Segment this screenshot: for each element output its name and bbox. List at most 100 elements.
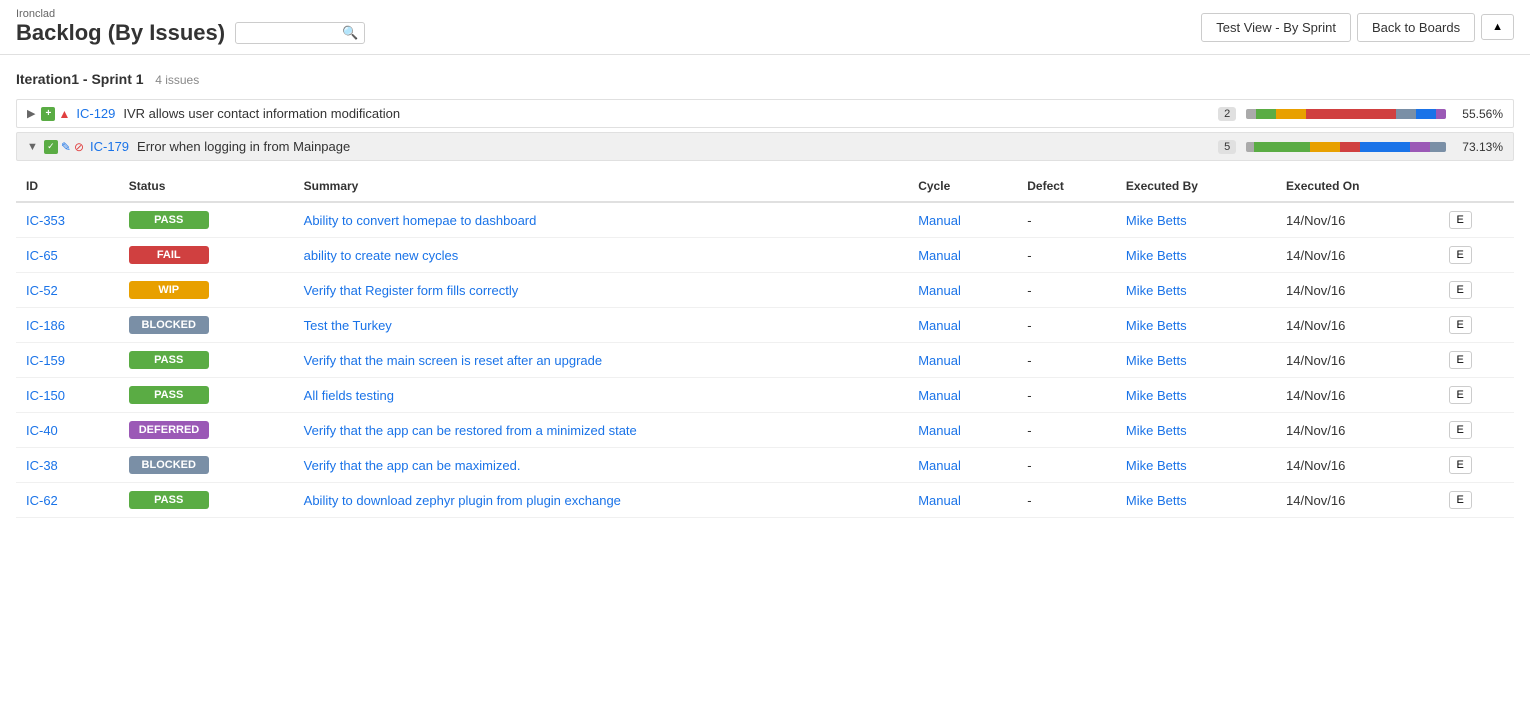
cell-id[interactable]: IC-353 bbox=[16, 202, 119, 238]
cell-status: PASS bbox=[119, 202, 294, 238]
cell-defect: - bbox=[1017, 413, 1116, 448]
block-icon: ⊘ bbox=[74, 140, 84, 154]
cell-id[interactable]: IC-52 bbox=[16, 273, 119, 308]
cell-executed-by: Mike Betts bbox=[1116, 238, 1276, 273]
cell-edit[interactable]: E bbox=[1439, 202, 1514, 238]
issue-row-ic179[interactable]: ▼ ✓ ✎ ⊘ IC-179 Error when logging in fro… bbox=[16, 132, 1514, 161]
issue-id-ic179[interactable]: IC-179 bbox=[90, 139, 129, 154]
sprint-header: Iteration1 - Sprint 1 4 issues bbox=[16, 71, 1514, 87]
cell-defect: - bbox=[1017, 273, 1116, 308]
cell-defect: - bbox=[1017, 378, 1116, 413]
cell-edit[interactable]: E bbox=[1439, 448, 1514, 483]
edit-button[interactable]: E bbox=[1449, 386, 1472, 404]
cell-executed-by: Mike Betts bbox=[1116, 202, 1276, 238]
col-header-defect: Defect bbox=[1017, 171, 1116, 202]
cell-edit[interactable]: E bbox=[1439, 308, 1514, 343]
edit-button[interactable]: E bbox=[1449, 211, 1472, 229]
cell-edit[interactable]: E bbox=[1439, 413, 1514, 448]
status-badge: PASS bbox=[129, 211, 209, 229]
col-header-executed-on: Executed On bbox=[1276, 171, 1438, 202]
table-row: IC-150 PASS All fields testing Manual - … bbox=[16, 378, 1514, 413]
table-row: IC-52 WIP Verify that Register form fill… bbox=[16, 273, 1514, 308]
page-title-area: Backlog (By Issues) 🔍 bbox=[16, 20, 365, 46]
col-header-status: Status bbox=[119, 171, 294, 202]
check-icon: ✓ bbox=[44, 140, 58, 154]
cell-cycle[interactable]: Manual bbox=[908, 273, 1017, 308]
test-cases-table: ID Status Summary Cycle Defect Executed … bbox=[16, 171, 1514, 518]
content: Iteration1 - Sprint 1 4 issues ▶ + ▲ IC-… bbox=[0, 55, 1530, 534]
search-box[interactable]: 🔍 bbox=[235, 22, 365, 44]
table-row: IC-62 PASS Ability to download zephyr pl… bbox=[16, 483, 1514, 518]
cell-summary: Ability to download zephyr plugin from p… bbox=[294, 483, 909, 518]
table-row: IC-186 BLOCKED Test the Turkey Manual - … bbox=[16, 308, 1514, 343]
edit-button[interactable]: E bbox=[1449, 316, 1472, 334]
cell-executed-on: 14/Nov/16 bbox=[1276, 308, 1438, 343]
app-name: Ironclad bbox=[16, 8, 365, 20]
toggle-ic129[interactable]: ▶ bbox=[27, 107, 35, 120]
cell-edit[interactable]: E bbox=[1439, 238, 1514, 273]
cell-status: BLOCKED bbox=[119, 448, 294, 483]
issue-row-ic129[interactable]: ▶ + ▲ IC-129 IVR allows user contact inf… bbox=[16, 99, 1514, 128]
cell-status: PASS bbox=[119, 343, 294, 378]
edit-button[interactable]: E bbox=[1449, 281, 1472, 299]
cell-executed-on: 14/Nov/16 bbox=[1276, 483, 1438, 518]
cell-executed-by: Mike Betts bbox=[1116, 483, 1276, 518]
search-input[interactable] bbox=[242, 26, 342, 41]
header-right: Test View - By Sprint Back to Boards ▲ bbox=[1201, 13, 1514, 42]
sprint-count: 4 issues bbox=[155, 73, 199, 87]
edit-button[interactable]: E bbox=[1449, 246, 1472, 264]
status-badge: BLOCKED bbox=[129, 456, 209, 474]
cell-id[interactable]: IC-38 bbox=[16, 448, 119, 483]
issue-id-ic129[interactable]: IC-129 bbox=[76, 106, 115, 121]
cell-id[interactable]: IC-186 bbox=[16, 308, 119, 343]
issue-row-right-ic129: 2 55.56% bbox=[1218, 107, 1503, 121]
cell-summary: Verify that Register form fills correctl… bbox=[294, 273, 909, 308]
back-to-boards-button[interactable]: Back to Boards bbox=[1357, 13, 1475, 42]
cell-status: WIP bbox=[119, 273, 294, 308]
cell-defect: - bbox=[1017, 308, 1116, 343]
chevron-up-button[interactable]: ▲ bbox=[1481, 14, 1514, 40]
cell-edit[interactable]: E bbox=[1439, 343, 1514, 378]
cell-summary: Verify that the main screen is reset aft… bbox=[294, 343, 909, 378]
cell-cycle[interactable]: Manual bbox=[908, 343, 1017, 378]
cell-cycle[interactable]: Manual bbox=[908, 413, 1017, 448]
cell-status: DEFERRED bbox=[119, 413, 294, 448]
table-row: IC-353 PASS Ability to convert homepae t… bbox=[16, 202, 1514, 238]
toggle-ic179[interactable]: ▼ bbox=[27, 141, 38, 153]
cell-cycle[interactable]: Manual bbox=[908, 238, 1017, 273]
cell-executed-by: Mike Betts bbox=[1116, 378, 1276, 413]
table-row: IC-159 PASS Verify that the main screen … bbox=[16, 343, 1514, 378]
issue-name-ic179: Error when logging in from Mainpage bbox=[137, 139, 350, 154]
cell-edit[interactable]: E bbox=[1439, 483, 1514, 518]
cell-id[interactable]: IC-159 bbox=[16, 343, 119, 378]
cell-id[interactable]: IC-62 bbox=[16, 483, 119, 518]
cell-executed-on: 14/Nov/16 bbox=[1276, 378, 1438, 413]
cell-edit[interactable]: E bbox=[1439, 273, 1514, 308]
table-row: IC-38 BLOCKED Verify that the app can be… bbox=[16, 448, 1514, 483]
cell-cycle[interactable]: Manual bbox=[908, 378, 1017, 413]
test-cases-table-container: ID Status Summary Cycle Defect Executed … bbox=[16, 171, 1514, 518]
edit-button[interactable]: E bbox=[1449, 456, 1472, 474]
progress-pct-ic179: 73.13% bbox=[1462, 140, 1503, 154]
cell-summary: Test the Turkey bbox=[294, 308, 909, 343]
edit-button[interactable]: E bbox=[1449, 421, 1472, 439]
status-badge: BLOCKED bbox=[129, 316, 209, 334]
cell-summary: Verify that the app can be restored from… bbox=[294, 413, 909, 448]
cell-executed-on: 14/Nov/16 bbox=[1276, 202, 1438, 238]
cell-executed-on: 14/Nov/16 bbox=[1276, 343, 1438, 378]
cell-defect: - bbox=[1017, 343, 1116, 378]
cell-id[interactable]: IC-65 bbox=[16, 238, 119, 273]
cell-status: PASS bbox=[119, 378, 294, 413]
cell-executed-by: Mike Betts bbox=[1116, 413, 1276, 448]
edit-button[interactable]: E bbox=[1449, 351, 1472, 369]
header: Ironclad Backlog (By Issues) 🔍 Test View… bbox=[0, 0, 1530, 55]
test-view-by-sprint-button[interactable]: Test View - By Sprint bbox=[1201, 13, 1351, 42]
cell-cycle[interactable]: Manual bbox=[908, 202, 1017, 238]
cell-cycle[interactable]: Manual bbox=[908, 448, 1017, 483]
cell-id[interactable]: IC-150 bbox=[16, 378, 119, 413]
edit-button[interactable]: E bbox=[1449, 491, 1472, 509]
cell-cycle[interactable]: Manual bbox=[908, 483, 1017, 518]
cell-edit[interactable]: E bbox=[1439, 378, 1514, 413]
cell-cycle[interactable]: Manual bbox=[908, 308, 1017, 343]
cell-id[interactable]: IC-40 bbox=[16, 413, 119, 448]
